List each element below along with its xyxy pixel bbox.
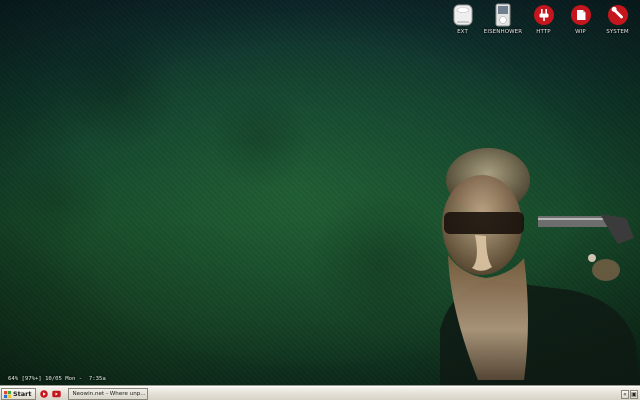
- system-tray: « ▣: [621, 389, 638, 399]
- document-icon: [568, 2, 594, 28]
- desktop-icon-http[interactable]: HTTP: [525, 2, 562, 35]
- taskbar-task-neowin[interactable]: Neowin.net - Where unp...: [67, 388, 148, 400]
- status-separator: -: [78, 376, 83, 382]
- status-line: 64% [97%+] 10/05 Mon - 7:35a: [8, 376, 106, 382]
- wallpaper-figure: [440, 148, 640, 385]
- start-button[interactable]: Start: [1, 388, 36, 400]
- date-status: 10/05 Mon: [45, 376, 76, 382]
- desktop-icon-ext[interactable]: EXT: [444, 2, 481, 35]
- time-status: 7:35a: [88, 376, 106, 382]
- desktop[interactable]: EXT EISENHOWER HTTP WIP SYSTEM 64% [97%+…: [0, 0, 640, 400]
- desktop-icon-label: SYSTEM: [606, 29, 629, 35]
- tray-collapse-button[interactable]: «: [621, 389, 629, 399]
- desktop-icon-system[interactable]: SYSTEM: [599, 2, 636, 35]
- desktop-icon-label: EXT: [457, 29, 468, 35]
- media-player-icon: [39, 390, 48, 398]
- start-label: Start: [13, 390, 32, 398]
- desktop-icon-label: HTTP: [536, 29, 551, 35]
- desktop-icons: EXT EISENHOWER HTTP WIP SYSTEM: [444, 2, 636, 35]
- quicklaunch-youtube[interactable]: [52, 389, 62, 399]
- battery-status: 64% [97%+]: [8, 376, 42, 382]
- desktop-icon-label: EISENHOWER: [483, 29, 523, 35]
- desktop-icon-label: WIP: [575, 29, 586, 35]
- taskbar: Start Neowin.net - Where unp... « ▣: [0, 386, 640, 400]
- plug-icon: [531, 2, 557, 28]
- desktop-icon-eisenhower[interactable]: EISENHOWER: [481, 2, 525, 35]
- quicklaunch-media-player[interactable]: [39, 389, 49, 399]
- windows-logo-icon: [4, 390, 11, 398]
- wrench-icon: [605, 2, 631, 28]
- drive-icon: [450, 2, 476, 28]
- ipod-icon: [490, 2, 516, 28]
- youtube-icon: [52, 390, 61, 398]
- desktop-icon-wip[interactable]: WIP: [562, 2, 599, 35]
- task-label: Neowin.net - Where unp...: [72, 391, 146, 397]
- tray-app-icon[interactable]: ▣: [630, 389, 638, 399]
